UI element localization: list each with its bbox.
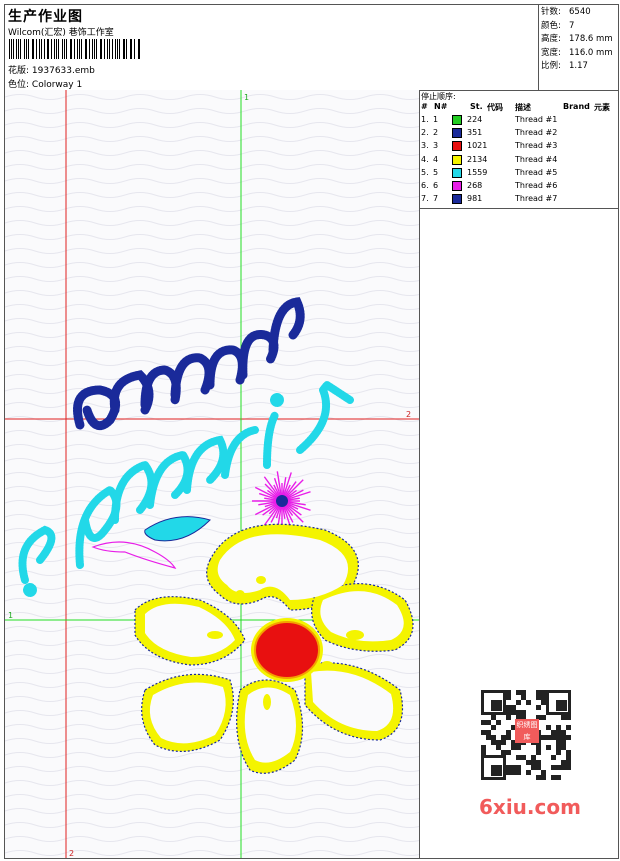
qr-code: 织绣图库 — [471, 685, 583, 785]
row-description: Thread #6 — [515, 181, 558, 190]
guide-label-h1: 1 — [8, 611, 13, 620]
stat-scale: 比例: 1.17 — [541, 61, 588, 71]
row-stitches: 2134 — [467, 154, 488, 164]
row-stitches: 268 — [467, 181, 483, 190]
row-needle: 1 — [433, 115, 439, 124]
stop-sequence-row: 3. 3 1021 Thread #3 — [421, 141, 616, 154]
sheet-title: 生产作业图 — [8, 9, 83, 25]
embroidery-preview: 1 2 1 2 — [5, 90, 419, 858]
stop-sequence-caption: 停止顺序: — [421, 92, 456, 101]
thread-color-swatch — [452, 167, 462, 178]
row-needle: 5 — [433, 167, 439, 177]
sheet-header: 生产作业图 Wilcom(汇宏) 巷饰工作室 花版: 1937633.emb 色… — [5, 5, 618, 91]
thread-color-swatch — [452, 115, 462, 125]
row-description: Thread #1 — [515, 115, 558, 124]
stop-sequence-row: 4. 4 2134 Thread #4 — [421, 154, 616, 168]
guide-label-v1: 1 — [244, 93, 249, 102]
row-needle: 2 — [433, 128, 439, 138]
row-stitches: 981 — [467, 194, 483, 204]
qr-badge: 织绣图库 — [515, 719, 539, 743]
stop-sequence-table: 停止顺序: # N# St. 代码 描述 Brand 元素 1. 1 224 Thre… — [419, 90, 618, 209]
row-index: 3. — [421, 141, 429, 151]
row-stitches: 1021 — [467, 141, 488, 151]
stop-sequence-row: 5. 5 1559 Thread #5 — [421, 167, 616, 181]
row-description: Thread #5 — [515, 167, 558, 177]
thread-color-swatch — [452, 181, 462, 191]
row-needle: 4 — [433, 154, 439, 164]
row-stitches: 1559 — [467, 167, 488, 177]
design-preview-canvas: 1 2 1 2 — [5, 90, 420, 858]
starburst-center — [276, 495, 288, 507]
design-filename: 1937633.emb — [31, 66, 95, 76]
row-needle: 6 — [433, 181, 439, 190]
watermark: 6xiu.com — [479, 795, 581, 819]
stop-sequence-row: 2. 2 351 Thread #2 — [421, 128, 616, 141]
row-description: Thread #7 — [515, 194, 558, 204]
row-index: 1. — [421, 115, 429, 124]
stat-stitches: 针数: 6540 — [541, 7, 591, 17]
production-sheet: 生产作业图 Wilcom(汇宏) 巷饰工作室 花版: 1937633.emb 色… — [4, 4, 619, 859]
row-index: 4. — [421, 154, 429, 164]
row-index: 5. — [421, 167, 429, 177]
row-index: 7. — [421, 194, 429, 204]
thread-color-swatch — [452, 128, 462, 139]
thread-color-swatch — [452, 154, 462, 165]
design-stats: 针数: 6540 颜色: 7 高度: 178.6 mm 宽度: 116.0 mm 比例:… — [538, 5, 618, 90]
stop-sequence-row: 6. 6 268 Thread #6 — [421, 181, 616, 194]
row-needle: 7 — [433, 194, 439, 204]
row-needle: 3 — [433, 141, 439, 151]
stat-colors: 颜色: 7 — [541, 20, 575, 31]
stop-sequence-row: 7. 7 981 Thread #7 — [421, 194, 616, 207]
stop-sequence-row: 1. 1 224 Thread #1 — [421, 115, 616, 128]
design-file-line: 花版: 1937633.emb — [8, 63, 95, 76]
guide-label-h2: 2 — [406, 410, 411, 419]
row-description: Thread #3 — [515, 141, 558, 151]
design-label: 花版: — [8, 66, 30, 76]
colorway-line: 色位: Colorway 1 — [8, 77, 82, 90]
barcode — [9, 39, 142, 59]
flower-center — [254, 621, 320, 679]
row-index: 2. — [421, 128, 429, 138]
row-description: Thread #4 — [515, 154, 558, 164]
stat-height: 高度: 178.6 mm — [541, 34, 613, 44]
thread-color-swatch — [452, 141, 462, 152]
guide-label-v2: 2 — [69, 849, 74, 858]
row-stitches: 351 — [467, 128, 483, 138]
colorway-label: 色位: — [8, 80, 30, 90]
company-name: Wilcom(汇宏) 巷饰工作室 — [8, 28, 114, 38]
row-description: Thread #2 — [515, 128, 558, 138]
row-stitches: 224 — [467, 115, 483, 124]
thread-color-swatch — [452, 194, 462, 205]
colorway-value: Colorway 1 — [31, 80, 83, 90]
row-index: 6. — [421, 181, 429, 190]
stat-width: 宽度: 116.0 mm — [541, 47, 613, 58]
